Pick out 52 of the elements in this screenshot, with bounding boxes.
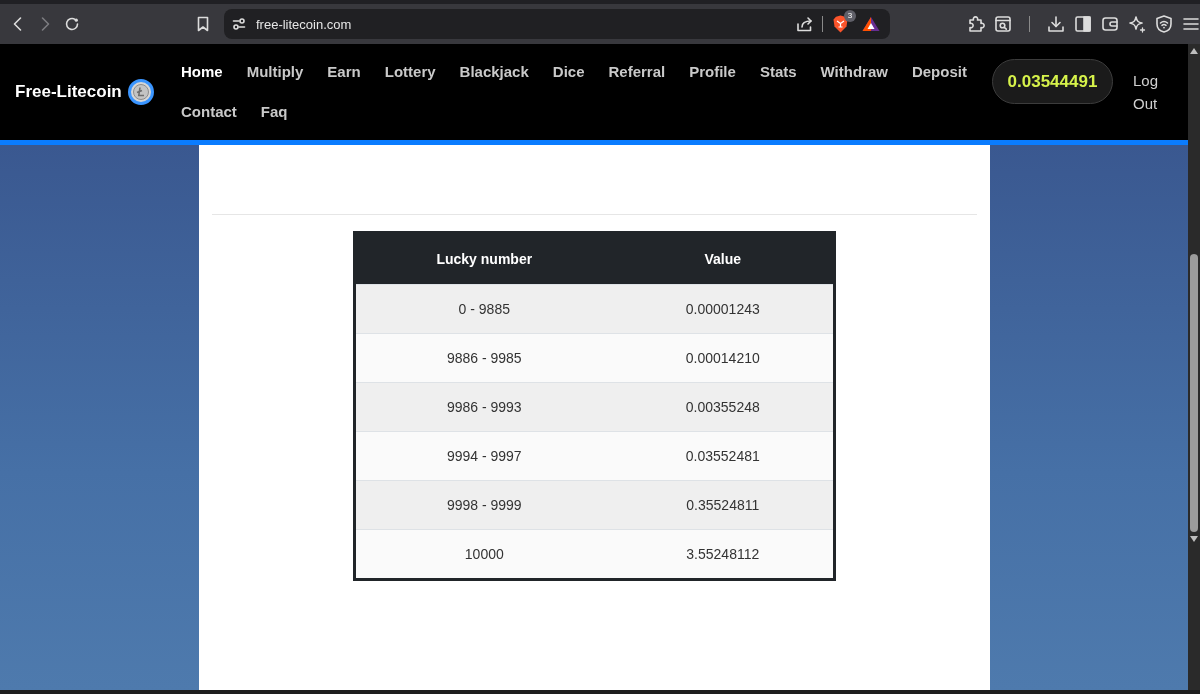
table-cell: 10000: [355, 529, 614, 578]
nav-link[interactable]: Stats: [759, 52, 797, 92]
table-cell: 0 - 9885: [355, 284, 614, 333]
shield-count: 3: [844, 10, 856, 22]
sparkle-icon[interactable]: [1128, 15, 1146, 33]
nav-link[interactable]: Withdraw: [820, 52, 888, 92]
nav-link[interactable]: Faq: [260, 92, 288, 132]
wallet-icon[interactable]: [1101, 15, 1119, 33]
table-cell: 0.35524811: [613, 480, 833, 529]
menu-icon[interactable]: [1182, 15, 1200, 33]
column-header: Lucky number: [355, 234, 614, 284]
logout-link[interactable]: Log Out: [1133, 69, 1159, 115]
wifi-shield-icon[interactable]: [1155, 15, 1173, 33]
share-icon[interactable]: [796, 16, 814, 32]
nav-link[interactable]: Earn: [327, 52, 361, 92]
table-cell: 0.00355248: [613, 382, 833, 431]
coin-icon: [127, 79, 154, 105]
puzzle-icon[interactable]: [967, 15, 985, 33]
table-cell: 0.00001243: [613, 284, 833, 333]
triangle-icon[interactable]: [862, 16, 880, 32]
nav-link[interactable]: Referral: [608, 52, 666, 92]
nav-link[interactable]: Blackjack: [459, 52, 529, 92]
table-cell: 3.55248112: [613, 529, 833, 578]
reload-icon[interactable]: [64, 16, 80, 32]
address-bar[interactable]: free-litecoin.com 3: [224, 9, 890, 39]
nav-link[interactable]: Dice: [552, 52, 585, 92]
scrollbar[interactable]: [1188, 44, 1200, 690]
table-cell: 0.00014210: [613, 333, 833, 382]
bookmark-icon[interactable]: [196, 16, 210, 32]
site-logo[interactable]: Free-Litecoin: [15, 82, 122, 102]
sidebar-icon[interactable]: [1074, 15, 1092, 33]
column-header: Value: [613, 234, 833, 284]
scroll-up-icon[interactable]: [1190, 48, 1198, 54]
url-text[interactable]: free-litecoin.com: [256, 16, 796, 32]
nav-link[interactable]: Contact: [181, 92, 237, 132]
scrollbar-thumb[interactable]: [1190, 254, 1198, 532]
table-cell: 9986 - 9993: [355, 382, 614, 431]
nav-link[interactable]: Profile: [689, 52, 736, 92]
site-settings-icon[interactable]: [232, 17, 246, 31]
table-cell: 0.03552481: [613, 431, 833, 480]
table-cell: 9998 - 9999: [355, 480, 614, 529]
nav-link[interactable]: Multiply: [246, 52, 304, 92]
table-cell: 9886 - 9985: [355, 333, 614, 382]
download-icon[interactable]: [1047, 15, 1065, 33]
nav-link[interactable]: Deposit: [911, 52, 967, 92]
scroll-down-icon[interactable]: [1190, 536, 1198, 542]
nav-link[interactable]: Home: [181, 52, 223, 92]
lion-shield-icon[interactable]: [833, 15, 848, 33]
balance-pill: 0.03544491: [992, 59, 1113, 104]
table-cell: 9994 - 9997: [355, 431, 614, 480]
nav-link[interactable]: Lottery: [384, 52, 436, 92]
window-search-icon[interactable]: [994, 15, 1012, 33]
